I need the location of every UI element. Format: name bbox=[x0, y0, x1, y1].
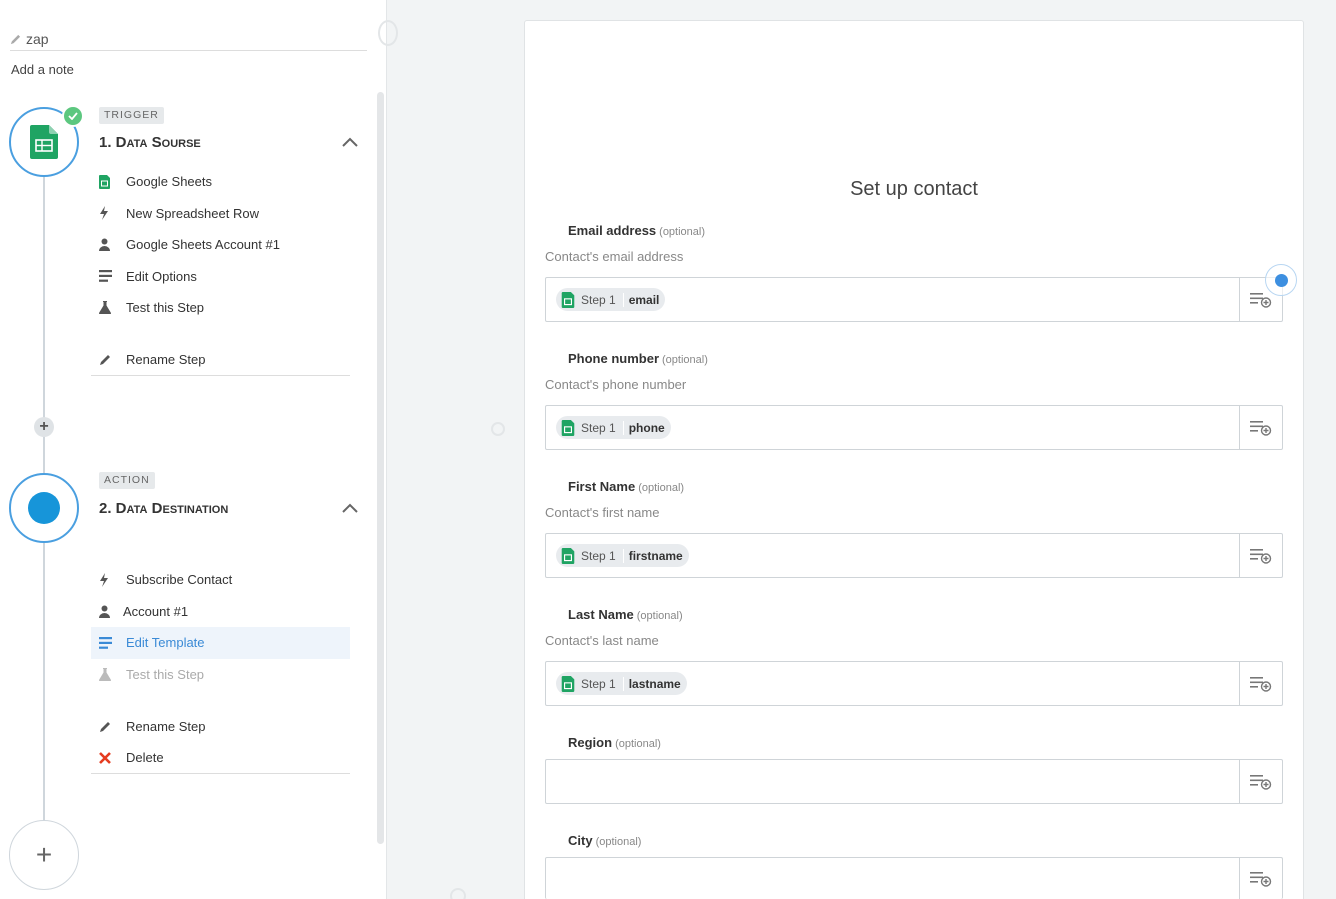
field-token[interactable]: Step 1 lastname bbox=[556, 672, 687, 695]
menu-item-event[interactable]: Subscribe Contact bbox=[91, 564, 350, 596]
insert-field-button[interactable] bbox=[1239, 406, 1282, 449]
field-token[interactable]: Step 1 firstname bbox=[556, 544, 689, 567]
action-badge: ACTION bbox=[99, 472, 155, 489]
email-field-help: Contact's email address bbox=[545, 249, 684, 264]
region-field[interactable] bbox=[545, 759, 1283, 804]
last-name-field-label: Last Name (optional) bbox=[568, 607, 683, 622]
menu-item-test[interactable]: Test this Step bbox=[91, 659, 350, 691]
last-name-field-help: Contact's last name bbox=[545, 633, 659, 648]
menu-item-label: Edit Options bbox=[126, 268, 197, 284]
insert-data-icon bbox=[1250, 872, 1272, 887]
email-field-label: Email address (optional) bbox=[568, 223, 706, 238]
menu-item-edit-template[interactable]: Edit Template bbox=[91, 627, 350, 659]
list-icon bbox=[99, 270, 112, 283]
decorative-circle bbox=[491, 422, 505, 436]
insert-data-icon bbox=[1250, 548, 1272, 564]
delete-step-label: Delete bbox=[126, 750, 164, 766]
zap-name-field[interactable]: zap bbox=[10, 28, 367, 51]
rename-step-button[interactable]: Rename Step bbox=[91, 345, 350, 376]
phone-field-label: Phone number (optional) bbox=[568, 351, 708, 366]
menu-item-account[interactable]: Google Sheets Account #1 bbox=[91, 229, 350, 261]
region-field-label: Region (optional) bbox=[568, 735, 661, 750]
add-step-between-button[interactable]: + bbox=[34, 417, 54, 437]
insert-field-button[interactable] bbox=[1239, 760, 1282, 803]
decorative-circle bbox=[378, 20, 398, 46]
bolt-icon bbox=[100, 572, 108, 587]
menu-item-label: Google Sheets Account #1 bbox=[126, 237, 280, 253]
rename-step-button[interactable]: Rename Step bbox=[91, 711, 350, 743]
user-icon bbox=[99, 238, 110, 252]
flask-icon bbox=[99, 301, 111, 315]
menu-item-label: New Spreadsheet Row bbox=[126, 205, 259, 221]
insert-data-icon bbox=[1250, 774, 1272, 790]
chevron-up-icon[interactable] bbox=[341, 136, 359, 148]
google-sheets-icon bbox=[561, 547, 575, 564]
menu-item-label: Subscribe Contact bbox=[126, 572, 233, 588]
insert-field-button[interactable] bbox=[1239, 858, 1282, 899]
insert-data-icon bbox=[1250, 420, 1272, 436]
cursor-indicator bbox=[1265, 264, 1297, 296]
insert-field-button[interactable] bbox=[1239, 662, 1282, 705]
email-field[interactable]: Step 1 email bbox=[545, 277, 1283, 322]
menu-item-label: Test this Step bbox=[126, 666, 205, 682]
pencil-icon bbox=[100, 354, 110, 365]
google-sheets-icon bbox=[561, 675, 575, 692]
google-sheets-icon bbox=[99, 174, 110, 189]
menu-item-app[interactable]: Google Sheets bbox=[91, 166, 350, 198]
chevron-up-icon[interactable] bbox=[341, 502, 359, 514]
insert-field-button[interactable] bbox=[1239, 534, 1282, 577]
bolt-icon bbox=[100, 206, 108, 221]
app-dot-icon bbox=[28, 492, 60, 524]
zap-name-text: zap bbox=[26, 31, 49, 47]
action-step-title[interactable]: 2. Data Destination bbox=[99, 500, 228, 517]
pencil-icon bbox=[100, 721, 110, 732]
page-title: Set up contact bbox=[850, 178, 978, 200]
insert-data-icon bbox=[1250, 292, 1272, 308]
add-note-link[interactable]: Add a note bbox=[11, 62, 74, 77]
menu-item-label: Test this Step bbox=[126, 300, 205, 316]
check-icon bbox=[62, 105, 84, 127]
field-token[interactable]: Step 1 email bbox=[556, 288, 666, 311]
google-sheets-icon bbox=[561, 419, 575, 436]
user-icon bbox=[99, 605, 110, 618]
menu-item-label: Account #1 bbox=[123, 603, 189, 619]
google-sheets-icon bbox=[30, 125, 58, 159]
sidebar-scrollbar[interactable] bbox=[377, 92, 384, 844]
last-name-field[interactable]: Step 1 lastname bbox=[545, 661, 1283, 706]
action-step-menu: Subscribe Contact Account #1 Edit Templa… bbox=[91, 564, 350, 774]
list-icon bbox=[99, 636, 112, 649]
pencil-icon bbox=[10, 34, 21, 44]
insert-data-icon bbox=[1250, 676, 1272, 692]
menu-item-test[interactable]: Test this Step bbox=[91, 292, 350, 324]
editor-sidebar: zap Add a note TRIGGER 1. Data Sourse Go… bbox=[0, 0, 387, 899]
action-step-icon[interactable] bbox=[9, 473, 79, 543]
city-field[interactable] bbox=[545, 857, 1283, 899]
menu-item-label: Google Sheets bbox=[126, 174, 213, 190]
first-name-field-label: First Name (optional) bbox=[568, 479, 685, 494]
city-field-label: City (optional) bbox=[568, 833, 642, 848]
phone-field-help: Contact's phone number bbox=[545, 377, 687, 392]
trigger-step-title[interactable]: 1. Data Sourse bbox=[99, 134, 201, 151]
add-step-button[interactable]: + bbox=[9, 820, 79, 890]
menu-item-label: Edit Template bbox=[126, 635, 205, 651]
delete-step-button[interactable]: Delete bbox=[91, 743, 350, 774]
first-name-field-help: Contact's first name bbox=[545, 505, 660, 520]
menu-item-account[interactable]: Account #1 bbox=[91, 596, 350, 628]
rename-step-label: Rename Step bbox=[126, 352, 206, 368]
first-name-field[interactable]: Step 1 firstname bbox=[545, 533, 1283, 578]
menu-item-options[interactable]: Edit Options bbox=[91, 261, 350, 293]
google-sheets-icon bbox=[561, 291, 575, 308]
rename-step-label: Rename Step bbox=[126, 719, 206, 735]
trigger-step-menu: Google Sheets New Spreadsheet Row Google… bbox=[91, 166, 350, 376]
field-token[interactable]: Step 1 phone bbox=[556, 416, 671, 439]
trigger-badge: TRIGGER bbox=[99, 107, 164, 124]
flask-icon bbox=[99, 667, 111, 681]
close-icon bbox=[99, 751, 111, 764]
phone-field[interactable]: Step 1 phone bbox=[545, 405, 1283, 450]
decorative-circle bbox=[450, 888, 466, 899]
menu-item-event[interactable]: New Spreadsheet Row bbox=[91, 198, 350, 230]
